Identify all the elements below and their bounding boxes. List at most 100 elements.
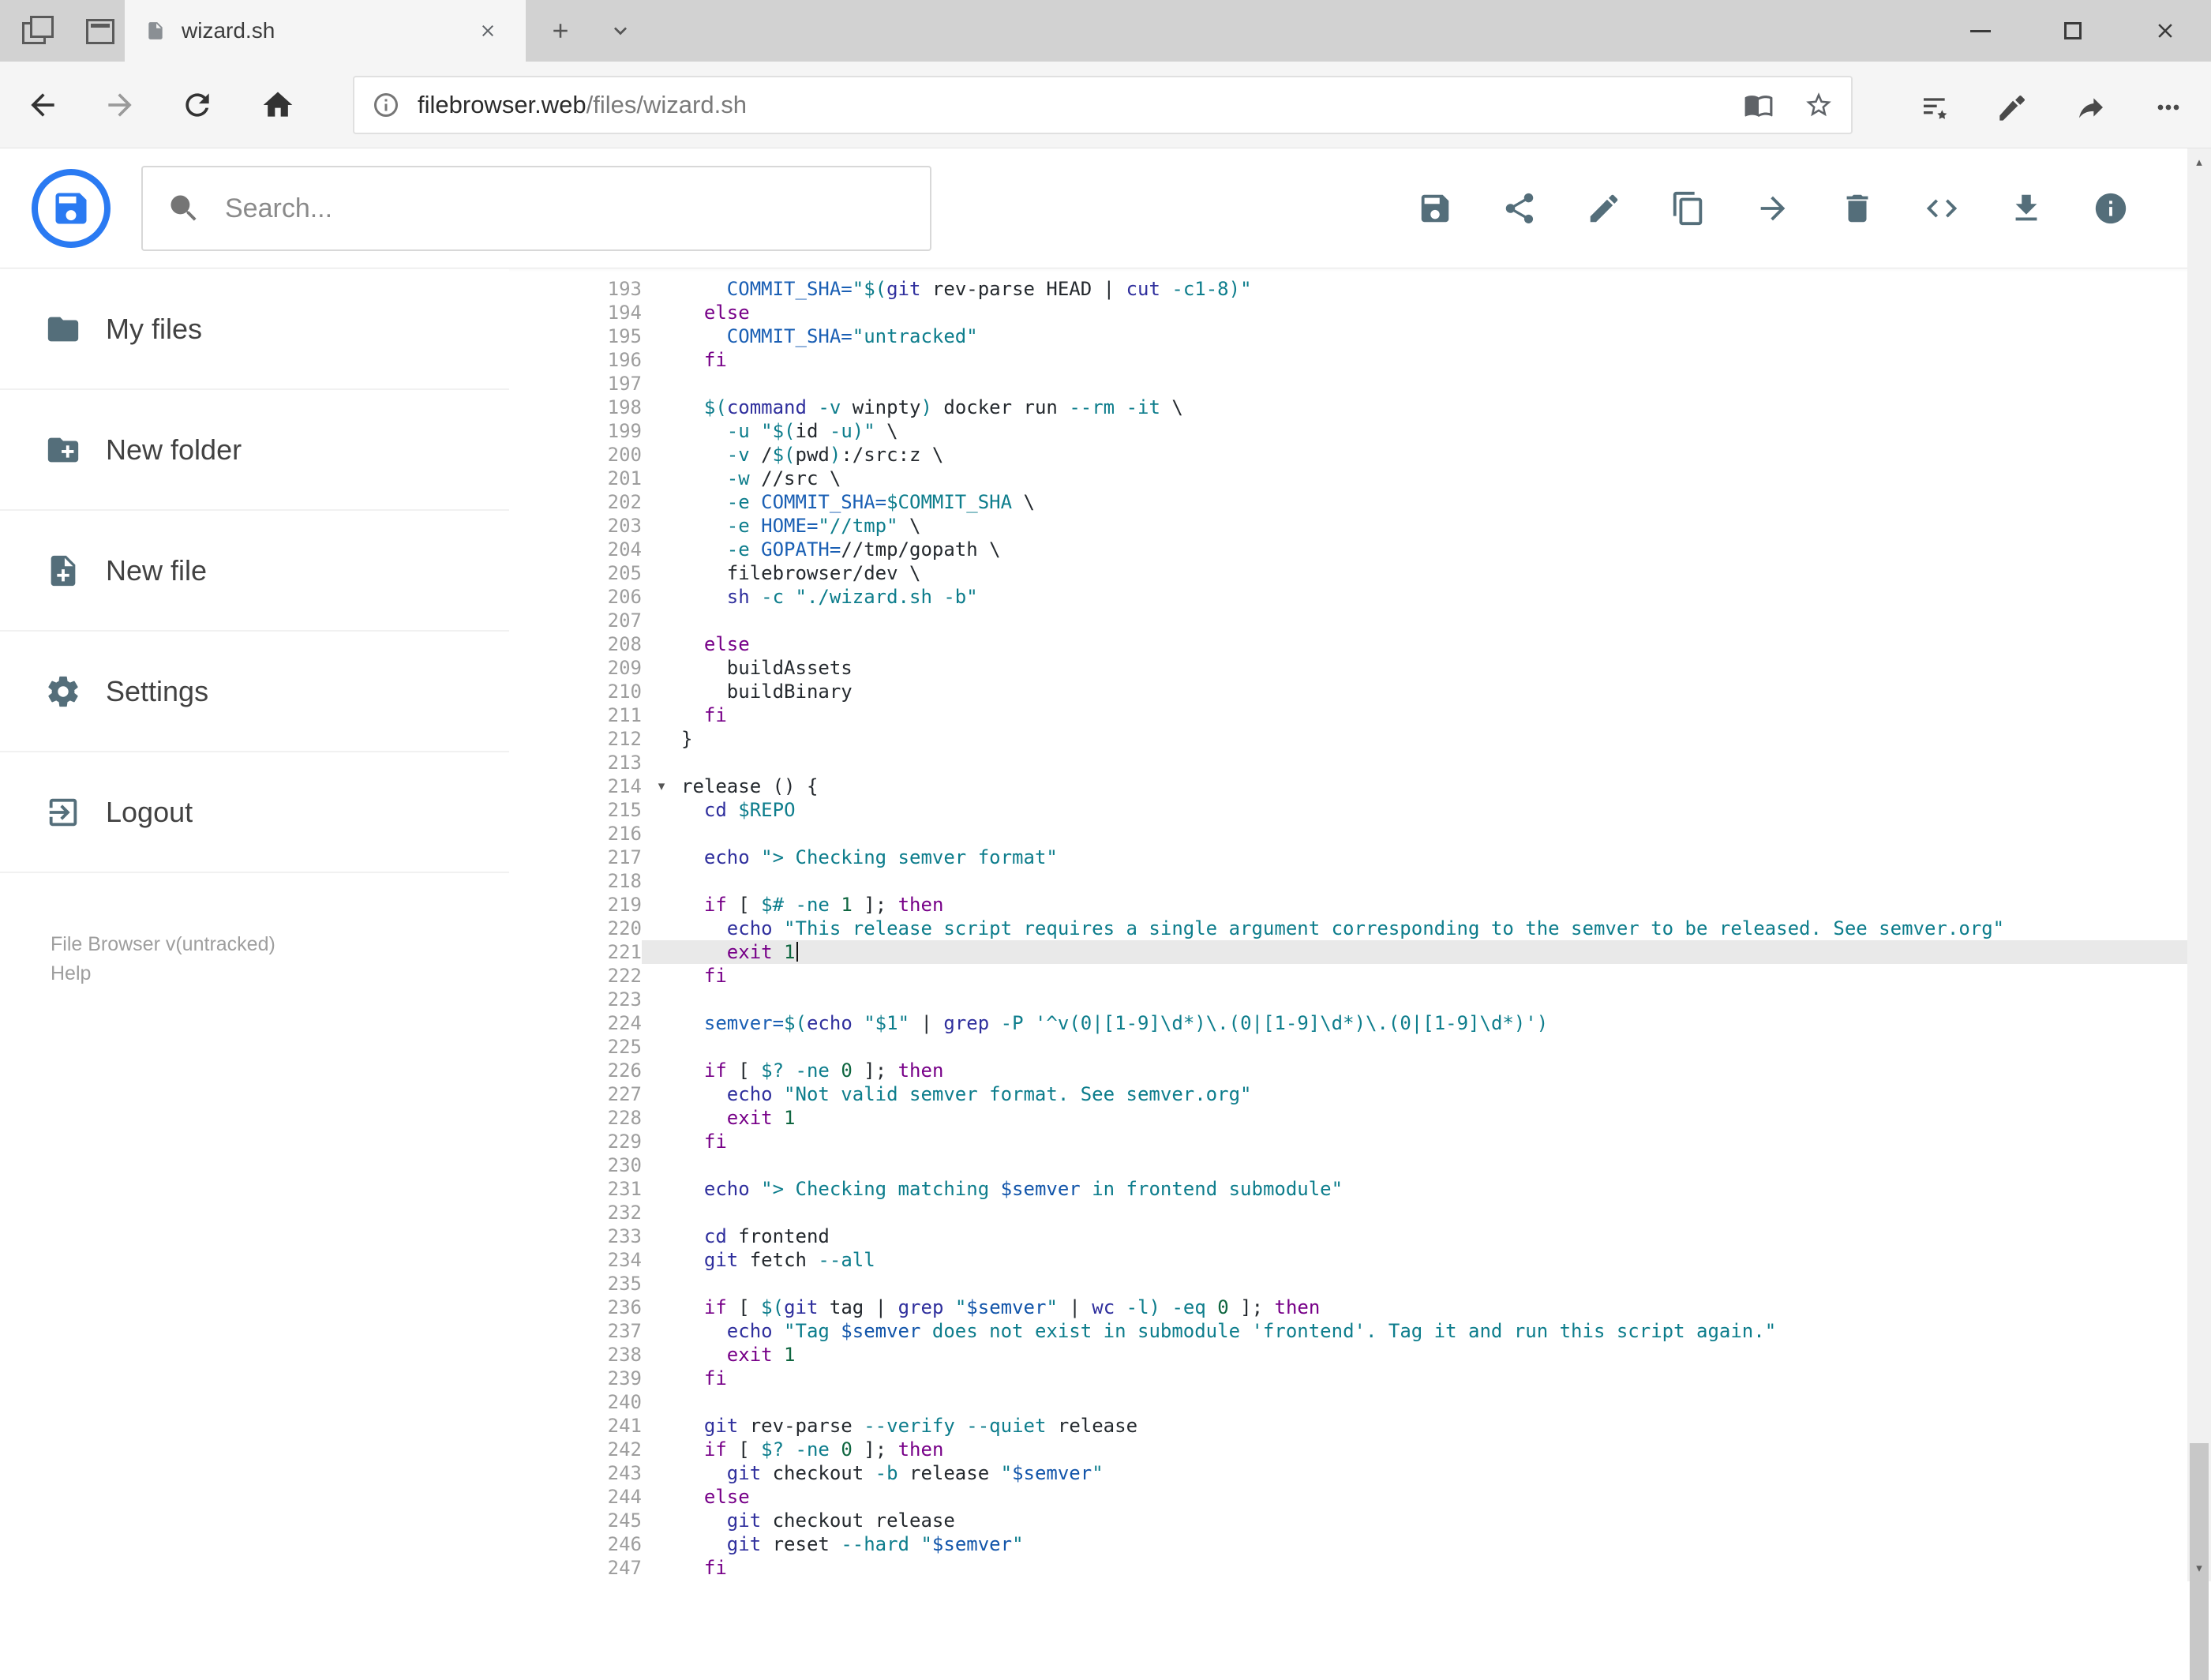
move-button[interactable] [1730,169,1815,248]
back-button[interactable] [17,80,68,130]
code-text[interactable]: if [ $? -ne 0 ]; then [642,1438,2187,1461]
code-text[interactable]: buildAssets [642,656,2187,680]
minimize-button[interactable] [1934,0,2026,62]
forward-button[interactable] [95,80,145,130]
sidebar-item-my-files[interactable]: My files [0,269,509,390]
code-text[interactable]: echo "This release script requires a sin… [642,917,2187,940]
tab-preview-chevron-button[interactable] [603,13,638,48]
code-text[interactable]: fi [642,1556,2187,1580]
tab-preview-icon[interactable] [84,14,115,46]
info-button[interactable] [2068,169,2153,248]
code-text[interactable]: semver=$(echo "$1" | grep -P '^v(0|[1-9]… [642,1011,2187,1035]
code-text[interactable] [642,988,2187,1011]
more-button[interactable] [2143,82,2194,133]
code-text[interactable] [642,869,2187,893]
code-text[interactable]: exit 1 [642,940,2187,964]
rename-button[interactable] [1561,169,1646,248]
sidebar-item-new-file[interactable]: New file [0,511,509,632]
app-logo[interactable] [32,169,111,248]
code-text[interactable] [642,372,2187,396]
code-text[interactable]: if [ $? -ne 0 ]; then [642,1059,2187,1082]
browser-tab[interactable]: wizard.sh [125,0,526,62]
maximize-button[interactable] [2026,0,2119,62]
delete-button[interactable] [1815,169,1899,248]
code-text[interactable]: -e COMMIT_SHA=$COMMIT_SHA \ [642,490,2187,514]
copy-button[interactable] [1646,169,1730,248]
hub-button[interactable] [1910,82,1961,133]
code-text[interactable]: exit 1 [642,1343,2187,1367]
code-text[interactable]: -e GOPATH=//tmp/gopath \ [642,538,2187,561]
code-text[interactable]: sh -c "./wizard.sh -b" [642,585,2187,609]
code-text[interactable]: if [ $(git tag | grep "$semver" | wc -l)… [642,1296,2187,1319]
code-text[interactable]: -e HOME="//tmp" \ [642,514,2187,538]
code-text[interactable]: buildBinary [642,680,2187,703]
sidebar-item-logout[interactable]: Logout [0,752,509,873]
code-text[interactable] [642,1153,2187,1177]
code-text[interactable]: git fetch --all [642,1248,2187,1272]
favorite-star-icon[interactable] [1804,90,1834,120]
code-text[interactable]: echo "Tag $semver does not exist in subm… [642,1319,2187,1343]
sidebar-item-new-folder[interactable]: New folder [0,390,509,511]
search-box[interactable] [141,166,931,251]
code-text[interactable]: COMMIT_SHA="untracked" [642,324,2187,348]
editor-button[interactable] [1899,169,1984,248]
share-page-button[interactable] [2066,82,2116,133]
window-close-button[interactable] [2119,0,2211,62]
code-text[interactable] [642,1390,2187,1414]
settings-icon [45,673,81,710]
ink-button[interactable] [1988,82,2038,133]
reading-view-icon[interactable] [1744,90,1774,120]
code-text[interactable] [642,1272,2187,1296]
code-text[interactable]: else [642,632,2187,656]
code-text[interactable] [642,822,2187,846]
sidebar-item-settings[interactable]: Settings [0,632,509,752]
code-text[interactable] [642,1201,2187,1224]
code-text[interactable]: echo "> Checking semver format" [642,846,2187,869]
code-text[interactable]: exit 1 [642,1106,2187,1130]
code-text[interactable]: git rev-parse --verify --quiet release [642,1414,2187,1438]
code-text[interactable]: -w //src \ [642,467,2187,490]
page-scrollbar[interactable]: ▴ ▾ [2187,148,2211,1680]
code-text[interactable]: -v /$(pwd):/src:z \ [642,443,2187,467]
code-text[interactable]: echo "Not valid semver format. See semve… [642,1082,2187,1106]
code-text[interactable]: echo "> Checking matching $semver in fro… [642,1177,2187,1201]
code-text[interactable]: git checkout -b release "$semver" [642,1461,2187,1485]
code-text[interactable]: fi [642,1130,2187,1153]
code-text[interactable]: fi [642,348,2187,372]
code-text[interactable]: git reset --hard "$semver" [642,1532,2187,1556]
code-text[interactable]: fi [642,964,2187,988]
code-text[interactable]: git checkout release [642,1509,2187,1532]
code-text[interactable]: if [ $# -ne 1 ]; then [642,893,2187,917]
code-text[interactable] [642,609,2187,632]
code-text[interactable]: $(command -v winpty) docker run --rm -it… [642,396,2187,419]
save-button[interactable] [1392,169,1477,248]
download-button[interactable] [1984,169,2068,248]
tab-close-button[interactable] [470,13,505,48]
search-input[interactable] [223,192,906,225]
code-text[interactable]: release () { [642,774,2187,798]
browser-toolbar: filebrowser.web/files/wizard.sh [0,62,2211,148]
scroll-up-arrow-icon[interactable]: ▴ [2187,148,2211,175]
help-link[interactable]: Help [51,959,275,988]
code-text[interactable]: cd frontend [642,1224,2187,1248]
code-text[interactable] [642,751,2187,774]
home-button[interactable] [253,80,303,130]
code-text[interactable]: -u "$(id -u)" \ [642,419,2187,443]
scroll-down-arrow-icon[interactable]: ▾ [2187,1554,2211,1581]
code-text[interactable]: else [642,301,2187,324]
code-text[interactable]: else [642,1485,2187,1509]
new-tab-button[interactable] [543,13,578,48]
code-text[interactable] [642,1035,2187,1059]
code-text[interactable]: COMMIT_SHA="$(git rev-parse HEAD | cut -… [642,277,2187,301]
share-button[interactable] [1477,169,1561,248]
page-info-icon[interactable] [372,91,400,119]
refresh-button[interactable] [172,80,223,130]
code-text[interactable]: fi [642,1367,2187,1390]
fold-marker-icon[interactable]: ▾ [646,774,677,798]
tabs-set-aside-icon[interactable] [21,14,54,46]
code-text[interactable]: } [642,727,2187,751]
code-text[interactable]: filebrowser/dev \ [642,561,2187,585]
code-text[interactable]: cd $REPO [642,798,2187,822]
address-bar[interactable]: filebrowser.web/files/wizard.sh [353,76,1853,134]
code-text[interactable]: fi [642,703,2187,727]
